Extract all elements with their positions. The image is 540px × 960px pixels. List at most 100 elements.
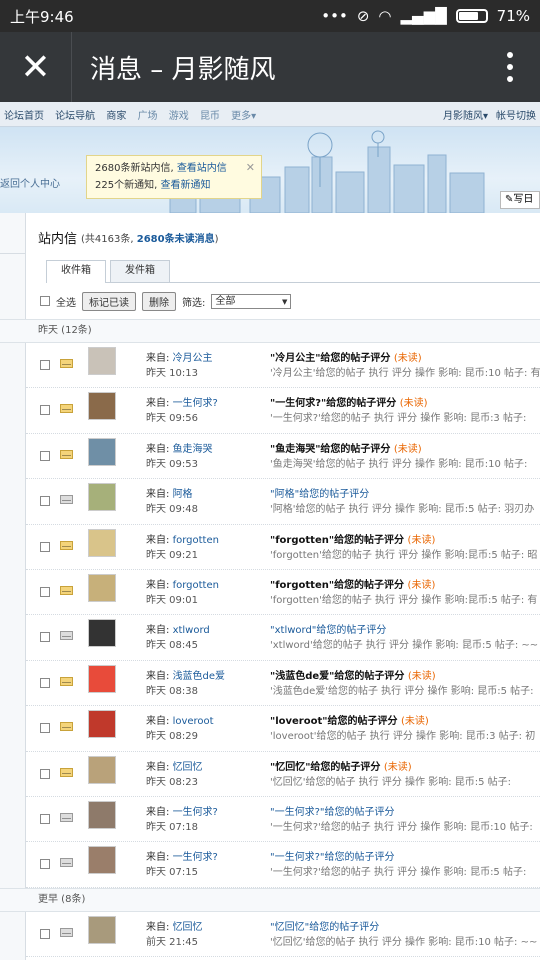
unread-count-link[interactable]: 2680条未读消息 bbox=[137, 234, 215, 245]
message-row[interactable]: 来自: forgotten 昨天 09:21 "forgotten"给您的帖子评分 … bbox=[26, 525, 540, 570]
message-row[interactable]: 来自: xtlword 昨天 08:45 "xtlword"给您的帖子评分 'xtl… bbox=[26, 615, 540, 661]
account-switch-link[interactable]: 帐号切换 bbox=[496, 107, 536, 122]
message-subject[interactable]: "鱼走海哭"给您的帖子评分 (未读) bbox=[270, 440, 422, 455]
sender-link[interactable]: 浅蓝色de爱 bbox=[173, 671, 226, 682]
message-preview: '一生何求?'给您的帖子 执行 评分 操作 影响: 昆币:10 帖子: bbox=[270, 821, 533, 833]
sender-link[interactable]: 一生何求? bbox=[173, 852, 218, 863]
avatar[interactable] bbox=[88, 664, 116, 693]
sender-link[interactable]: loveroot bbox=[173, 716, 214, 727]
message-time: 前天 21:45 bbox=[146, 936, 198, 948]
tab-outbox[interactable]: 发件箱 bbox=[110, 260, 170, 282]
read-envelope-icon bbox=[60, 631, 73, 641]
message-preview: 'xtlword'给您的帖子 执行 评分 操作 影响: 昆币:5 帖子: ~~ bbox=[270, 640, 539, 652]
message-subject[interactable]: "forgotten"给您的帖子评分 (未读) bbox=[270, 576, 435, 591]
message-checkbox[interactable] bbox=[40, 813, 50, 824]
message-row[interactable]: 来自: 冷月公主 昨天 10:13 "冷月公主"给您的帖子评分 (未读) '冷月公主'… bbox=[26, 343, 540, 389]
avatar[interactable] bbox=[88, 619, 116, 648]
avatar[interactable] bbox=[88, 755, 116, 784]
nav-item[interactable]: 论坛首页 bbox=[4, 111, 44, 122]
message-checkbox[interactable] bbox=[40, 496, 50, 507]
avatar[interactable] bbox=[88, 915, 116, 944]
message-checkbox[interactable] bbox=[40, 405, 50, 416]
message-row[interactable]: 来自: 一生何求? 昨天 07:15 "一生何求?"给您的帖子评分 '一生何求?'给… bbox=[26, 842, 540, 888]
message-checkbox[interactable] bbox=[40, 928, 50, 939]
message-checkbox[interactable] bbox=[40, 360, 50, 370]
message-subject[interactable]: "loveroot"给您的帖子评分 (未读) bbox=[270, 712, 429, 727]
message-checkbox[interactable] bbox=[40, 450, 50, 461]
avatar[interactable] bbox=[88, 800, 116, 829]
sender-link[interactable]: xtlword bbox=[173, 625, 210, 636]
avatar[interactable] bbox=[88, 846, 116, 875]
avatar[interactable] bbox=[88, 483, 116, 512]
avatar[interactable] bbox=[88, 437, 116, 466]
user-menu[interactable]: 月影随风▾ bbox=[443, 107, 488, 122]
tab-inbox[interactable]: 收件箱 bbox=[46, 260, 106, 283]
message-checkbox[interactable] bbox=[40, 859, 50, 870]
view-messages-link[interactable]: 查看站内信 bbox=[177, 163, 227, 174]
message-subject[interactable]: "忆回忆"给您的帖子评分 (未读) bbox=[270, 758, 412, 773]
message-checkbox[interactable] bbox=[40, 723, 50, 734]
sender-link[interactable]: 阿格 bbox=[173, 489, 193, 500]
sender: 来自: 一生何求? bbox=[146, 398, 218, 410]
message-row[interactable]: 来自: 阿格 昨天 09:48 "阿格"给您的帖子评分 '阿格'给您的帖子 执行 评… bbox=[26, 479, 540, 525]
select-all-label: 全选 bbox=[56, 297, 76, 309]
sender-link[interactable]: forgotten bbox=[173, 580, 219, 591]
message-row[interactable]: 来自: 浅蓝色de爱 昨天 08:38 "浅蓝色de爱"给您的帖子评分 (未读) '浅… bbox=[26, 661, 540, 707]
nav-item[interactable]: 论坛导航 bbox=[55, 111, 95, 122]
message-subject[interactable]: "forgotten"给您的帖子评分 (未读) bbox=[270, 531, 435, 546]
message-time: 昨天 09:01 bbox=[146, 594, 198, 606]
view-notifications-link[interactable]: 查看新通知 bbox=[160, 180, 210, 191]
sender-link[interactable]: 鱼走海哭 bbox=[173, 444, 213, 455]
message-row[interactable]: 来自: 鱼走海哭 昨天 09:53 "鱼走海哭"给您的帖子评分 (未读) '鱼走海哭'… bbox=[26, 434, 540, 480]
sender-link[interactable]: 冷月公主 bbox=[173, 353, 213, 364]
close-notice-icon[interactable]: ✕ bbox=[246, 159, 255, 176]
message-checkbox[interactable] bbox=[40, 677, 50, 688]
avatar[interactable] bbox=[88, 528, 116, 557]
nav-item[interactable]: 游戏 bbox=[169, 111, 189, 122]
message-subject[interactable]: "阿格"给您的帖子评分 bbox=[270, 485, 369, 500]
message-checkbox[interactable] bbox=[40, 632, 50, 643]
sender-link[interactable]: 忆回忆 bbox=[173, 762, 203, 773]
close-button[interactable]: ✕ bbox=[0, 32, 72, 102]
select-all-checkbox[interactable] bbox=[40, 296, 50, 306]
message-subject[interactable]: "浅蓝色de爱"给您的帖子评分 (未读) bbox=[270, 667, 436, 682]
more-menu-button[interactable] bbox=[480, 32, 540, 102]
message-checkbox[interactable] bbox=[40, 541, 50, 552]
message-time: 昨天 08:23 bbox=[146, 776, 198, 788]
message-subject[interactable]: "一生何求?"给您的帖子评分 (未读) bbox=[270, 394, 428, 409]
message-subject[interactable]: "xtlword"给您的帖子评分 bbox=[270, 621, 386, 636]
sender-link[interactable]: forgotten bbox=[173, 535, 219, 546]
message-row[interactable]: 来自: 一生何求? 昨天 09:56 "一生何求?"给您的帖子评分 (未读) '一生何… bbox=[26, 388, 540, 434]
nav-item[interactable]: 广场 bbox=[138, 111, 158, 122]
message-row[interactable]: 来自: 忆回忆 前天 21:45 "忆回忆"给您的帖子评分 '忆回忆'给您的帖子 执… bbox=[26, 912, 540, 958]
write-diary-button[interactable]: ✎写日 bbox=[500, 191, 540, 209]
avatar[interactable] bbox=[88, 710, 116, 739]
message-checkbox[interactable] bbox=[40, 586, 50, 597]
nav-item[interactable]: 商家 bbox=[106, 111, 126, 122]
message-row[interactable]: 来自: 忆回忆 昨天 08:23 "忆回忆"给您的帖子评分 (未读) '忆回忆'给您的… bbox=[26, 752, 540, 797]
message-checkbox[interactable] bbox=[40, 768, 50, 779]
message-row[interactable]: 来自: forgotten 昨天 09:01 "forgotten"给您的帖子评分 … bbox=[26, 570, 540, 616]
sender-link[interactable]: 一生何求? bbox=[173, 807, 218, 818]
avatar[interactable] bbox=[88, 347, 116, 375]
avatar[interactable] bbox=[88, 573, 116, 602]
nav-item[interactable]: 昆币 bbox=[200, 111, 220, 122]
sender-link[interactable]: 忆回忆 bbox=[173, 922, 203, 933]
avatar[interactable] bbox=[88, 392, 116, 421]
back-to-profile-link[interactable]: 返回个人中心 bbox=[0, 175, 60, 190]
message-subject[interactable]: "一生何求?"给您的帖子评分 bbox=[270, 848, 395, 863]
delete-button[interactable]: 删除 bbox=[142, 291, 176, 311]
read-envelope-icon bbox=[60, 495, 73, 505]
message-subject[interactable]: "一生何求?"给您的帖子评分 bbox=[270, 803, 395, 818]
message-subject[interactable]: "忆回忆"给您的帖子评分 bbox=[270, 918, 379, 933]
mark-read-button[interactable]: 标记已读 bbox=[82, 291, 136, 311]
sender: 来自: forgotten bbox=[146, 579, 219, 591]
message-row[interactable]: 来自: loveroot 昨天 08:29 "loveroot"给您的帖子评分 (未… bbox=[26, 706, 540, 752]
message-subject[interactable]: "冷月公主"给您的帖子评分 (未读) bbox=[270, 349, 422, 364]
nav-item-more[interactable]: 更多▾ bbox=[231, 111, 256, 122]
filter-select[interactable]: 全部 bbox=[211, 293, 292, 309]
sender-link[interactable]: 一生何求? bbox=[173, 398, 218, 409]
message-row[interactable]: 来自: 一生何求? 昨天 07:18 "一生何求?"给您的帖子评分 '一生何求?'给… bbox=[26, 797, 540, 843]
unread-badge: (未读) bbox=[407, 670, 436, 682]
message-toolbar: 全选 标记已读 删除 筛选: 全部 bbox=[26, 283, 540, 319]
